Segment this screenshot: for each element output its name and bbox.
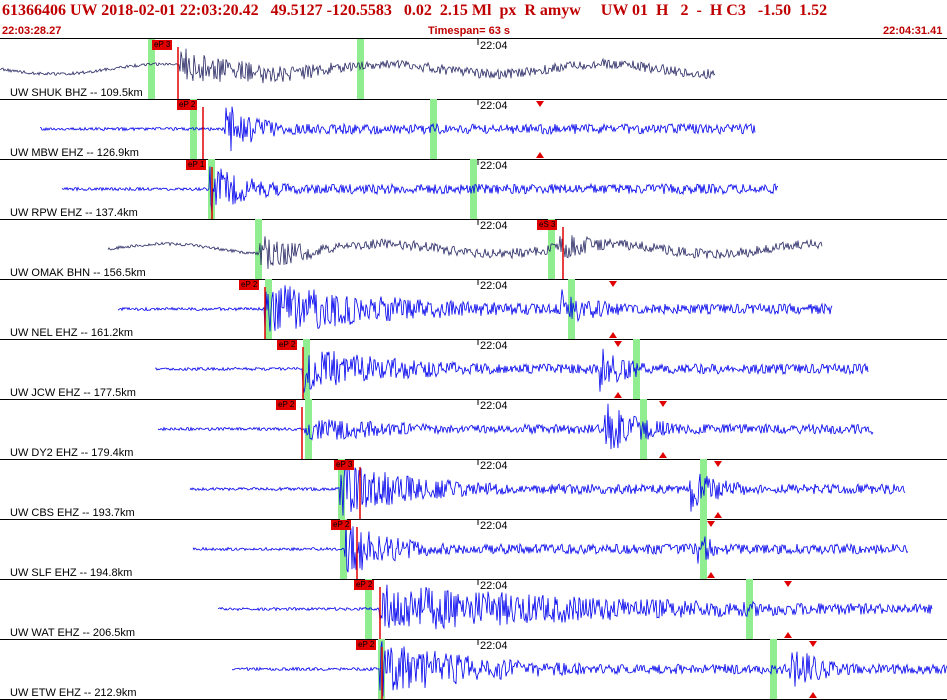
waveform — [189, 463, 906, 516]
trace-area[interactable]: 22:04 eP 3 UW SHUK BHZ -- 109.5km 22:04 eP 2… — [0, 39, 947, 700]
phase-pick-label[interactable]: eS 3 — [537, 220, 558, 230]
event-title: 61366406 UW 2018-02-01 22:03:20.42 49.51… — [2, 2, 828, 19]
time-label: 22:04 — [480, 40, 508, 52]
station-label: UW SHUK BHZ -- 109.5km — [10, 87, 143, 99]
station-label: UW SLF EHZ -- 194.8km — [10, 567, 133, 579]
seismogram — [40, 99, 756, 159]
trace-panel[interactable]: 22:04 eP 2 UW ETW EHZ -- 212.9km — [0, 639, 947, 700]
trace-panel[interactable]: 22:04 eP 2 UW SLF EHZ -- 194.8km — [0, 519, 947, 580]
phase-pick-label[interactable]: eP 2 — [276, 400, 297, 410]
station-label: UW JCW EHZ -- 177.5km — [10, 387, 136, 399]
timespan: Timespan= 63 s — [428, 25, 511, 37]
trace-panel[interactable]: 22:04 eP 3 UW CBS EHZ -- 193.7km — [0, 459, 947, 520]
time-label: 22:04 — [480, 640, 508, 652]
seismogram — [231, 639, 947, 699]
waveform — [117, 285, 833, 332]
waveform — [107, 235, 823, 269]
seismogram — [154, 339, 869, 399]
theoretical-arrival-marker — [784, 581, 792, 587]
time-label: 22:04 — [480, 160, 508, 172]
phase-pick-label[interactable]: eP 2 — [354, 580, 375, 590]
station-label: UW MBW EHZ -- 126.9km — [10, 147, 139, 159]
station-label: UW WAT EHZ -- 206.5km — [10, 627, 136, 639]
waveform — [192, 524, 909, 573]
theoretical-arrival-marker — [609, 281, 617, 287]
phase-window — [700, 459, 707, 519]
phase-pick-label[interactable]: eP 3 — [334, 460, 355, 470]
trace-panel[interactable]: 22:04 eP 1 UW RPW EHZ -- 137.4km — [0, 159, 947, 220]
seismogram — [217, 579, 933, 639]
seismogram — [189, 459, 906, 519]
phase-pick-label[interactable]: eP 2 — [331, 520, 352, 530]
theoretical-arrival-marker — [614, 341, 622, 347]
theoretical-arrival-marker — [659, 401, 667, 407]
theoretical-arrival-marker — [809, 692, 817, 698]
station-label: UW ETW EHZ -- 212.9km — [10, 687, 137, 699]
waveform — [40, 106, 756, 152]
seismogram — [157, 399, 874, 459]
theoretical-arrival-marker — [536, 152, 544, 158]
trace-panel[interactable]: 22:04 eP 2 UW DY2 EHZ -- 179.4km — [0, 399, 947, 460]
phase-pick-label[interactable]: eP 1 — [186, 160, 207, 170]
time-label: 22:04 — [480, 220, 508, 232]
trace-panel[interactable]: 22:04 eP 2 UW WAT EHZ -- 206.5km — [0, 579, 947, 640]
time-label: 22:04 — [480, 280, 508, 292]
theoretical-arrival-marker — [809, 641, 817, 647]
phase-pick-label[interactable]: eP 3 — [152, 40, 173, 50]
phase-pick-label[interactable]: eP 2 — [239, 280, 260, 290]
trace-panel[interactable]: 22:04 eP 3 UW SHUK BHZ -- 109.5km — [0, 39, 947, 100]
trace-panel[interactable]: 22:04 eS 3 UW OMAK BHN -- 156.5km — [0, 219, 947, 280]
trace-panel[interactable]: 22:04 eP 2 UW MBW EHZ -- 126.9km — [0, 99, 947, 160]
theoretical-arrival-marker — [707, 572, 715, 578]
phase-pick-label[interactable]: eP 2 — [356, 640, 377, 650]
time-label: 22:04 — [480, 340, 508, 352]
phase-window — [255, 219, 262, 279]
waveform — [154, 348, 869, 393]
time-label: 22:04 — [480, 400, 508, 412]
station-label: UW OMAK BHN -- 156.5km — [10, 267, 146, 279]
theoretical-arrival-marker — [609, 332, 617, 338]
station-label: UW RPW EHZ -- 137.4km — [10, 207, 138, 219]
theoretical-arrival-marker — [707, 521, 715, 527]
phase-window — [303, 339, 310, 399]
waveform — [61, 166, 779, 214]
start-time: 22:03:28.27 — [2, 25, 62, 37]
trace-panel[interactable]: 22:04 eP 2 UW NEL EHZ -- 161.2km — [0, 279, 947, 340]
seismogram — [192, 519, 909, 579]
theoretical-arrival-marker — [714, 512, 722, 518]
time-label: 22:04 — [480, 520, 508, 532]
end-time: 22:04:31.41 — [883, 25, 943, 37]
phase-pick-label[interactable]: eP 2 — [177, 100, 198, 110]
waveform — [231, 641, 947, 697]
theoretical-arrival-marker — [714, 461, 722, 467]
waveform — [217, 584, 933, 630]
seismogram — [61, 159, 779, 219]
phase-pick-label[interactable]: eP 2 — [277, 340, 298, 350]
time-label: 22:04 — [480, 100, 508, 112]
seismogram — [117, 279, 833, 339]
event-header: 61366406 UW 2018-02-01 22:03:20.42 49.51… — [0, 0, 947, 39]
theoretical-arrival-marker — [659, 452, 667, 458]
time-label: 22:04 — [480, 580, 508, 592]
theoretical-arrival-marker — [614, 392, 622, 398]
trace-panel[interactable]: 22:04 eP 2 UW JCW EHZ -- 177.5km — [0, 339, 947, 400]
theoretical-arrival-marker — [536, 101, 544, 107]
theoretical-arrival-marker — [784, 632, 792, 638]
station-label: UW CBS EHZ -- 193.7km — [10, 507, 135, 519]
station-label: UW DY2 EHZ -- 179.4km — [10, 447, 134, 459]
station-label: UW NEL EHZ -- 161.2km — [10, 327, 134, 339]
waveform — [157, 403, 874, 450]
time-label: 22:04 — [480, 460, 508, 472]
